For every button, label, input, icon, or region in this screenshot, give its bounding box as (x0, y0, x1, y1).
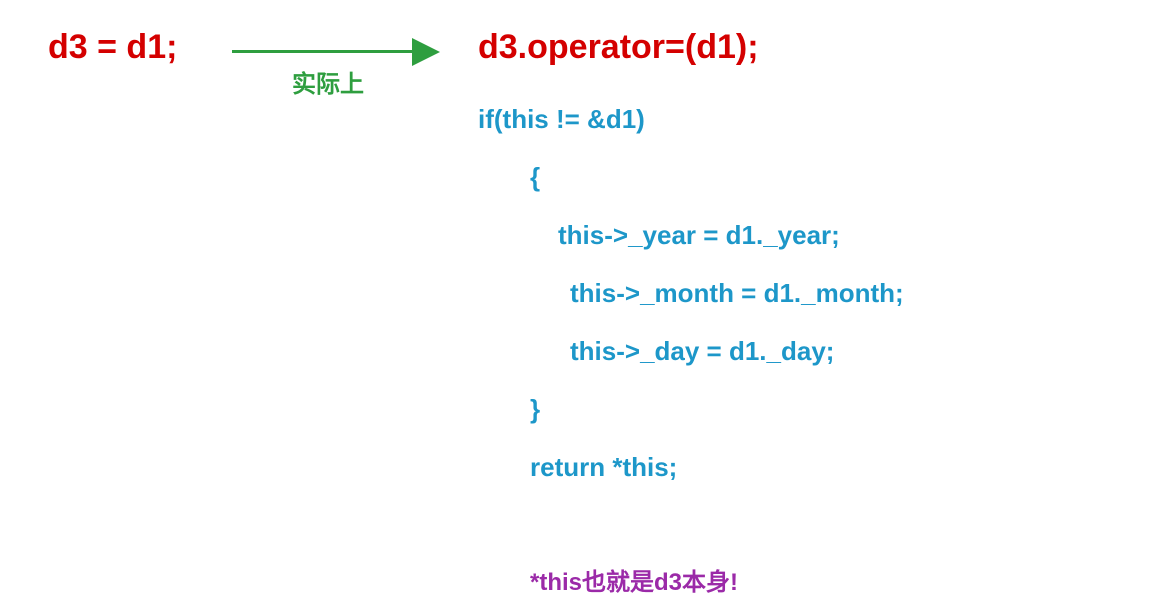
code-line-0: if(this != &d1) (478, 90, 904, 148)
arrow-head-icon (412, 38, 440, 66)
left-expression: d3 = d1; (48, 28, 177, 67)
code-line-4: this->_day = d1._day; (478, 322, 904, 380)
code-block: if(this != &d1) { this->_year = d1._year… (478, 90, 904, 496)
code-line-3: this->_month = d1._month; (478, 264, 904, 322)
arrow-line (232, 50, 417, 53)
right-title: d3.operator=(d1); (478, 28, 759, 67)
diagram-stage: d3 = d1; 实际上 d3.operator=(d1); if(this !… (0, 0, 1165, 612)
code-line-5: } (478, 380, 904, 438)
code-line-2: this->_year = d1._year; (478, 206, 904, 264)
arrow: 实际上 (232, 30, 462, 80)
code-line-6: return *this; (478, 438, 904, 496)
arrow-label: 实际上 (292, 64, 364, 99)
code-line-1: { (478, 148, 904, 206)
footnote: *this也就是d3本身! (530, 562, 738, 597)
